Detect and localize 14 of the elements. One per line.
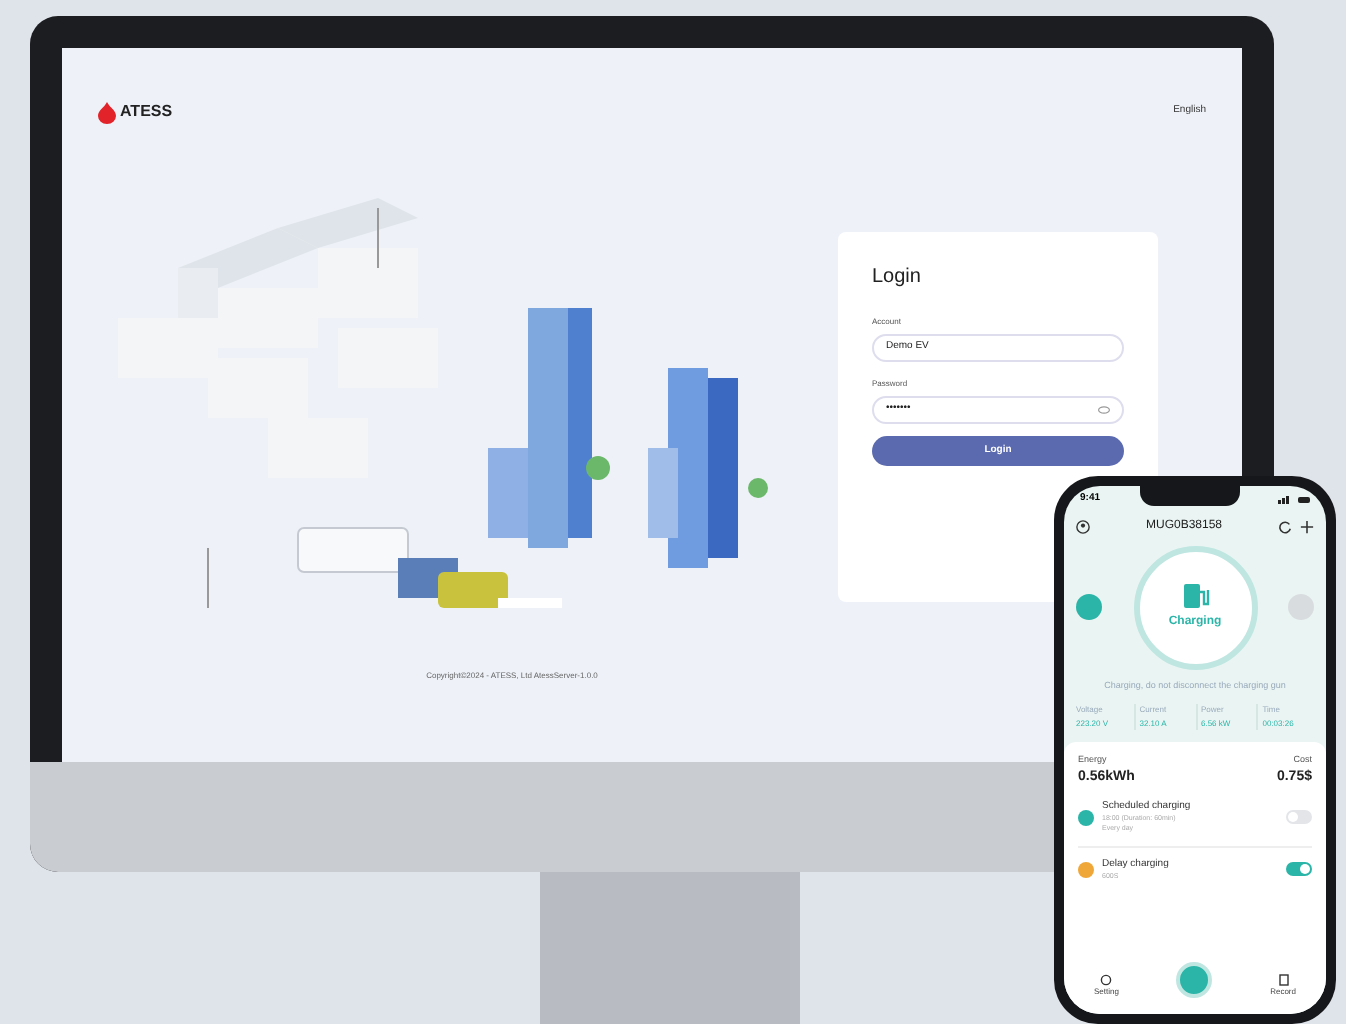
pause-button[interactable] [1176,962,1213,998]
refresh-icon[interactable] [1278,519,1292,533]
phone-notch [1139,486,1239,507]
charger-icon [1181,582,1209,610]
signal-battery-icon [1277,495,1310,504]
logo-text: ATESS [120,100,173,124]
plus-icon[interactable] [1300,519,1314,533]
toggle-switch[interactable] [1286,810,1312,825]
toggle-switch[interactable] [1286,862,1312,877]
document-icon [1277,974,1290,986]
login-title: Login [872,264,923,292]
user-icon[interactable] [1076,519,1090,533]
settings-icon [1100,974,1113,986]
flame-logo-icon [98,101,116,123]
